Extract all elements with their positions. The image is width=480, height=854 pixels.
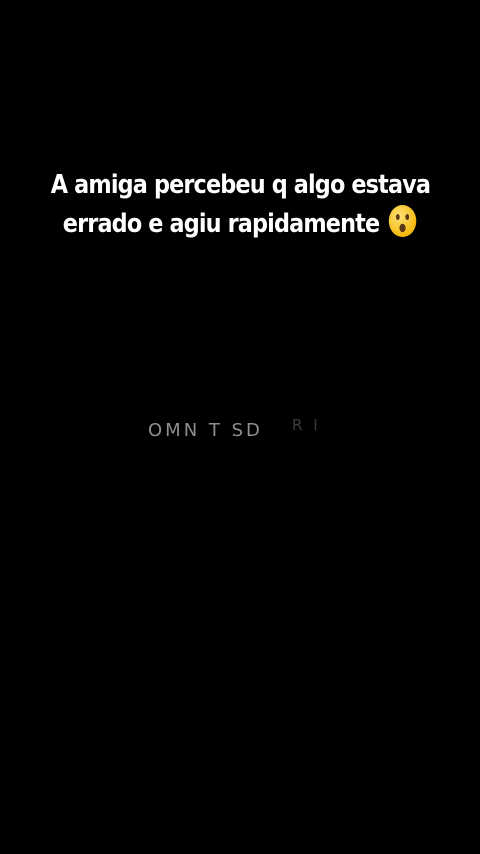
surprised-face-icon [388,205,417,237]
watermark-faded: R I [292,416,321,434]
story-caption: A amiga percebeu q algo estava errado e … [50,166,431,243]
story-screen: A amiga percebeu q algo estava errado e … [0,0,480,854]
watermark-main: OMN T SD [148,420,263,441]
caption-line-2-wrapper: errado e agiu rapidamente [51,204,429,243]
caption-line-1: A amiga percebeu q algo estava [50,170,431,200]
caption-line-2: errado e agiu rapidamente [62,209,380,239]
watermark-text: OMN T SD R I [148,416,348,444]
